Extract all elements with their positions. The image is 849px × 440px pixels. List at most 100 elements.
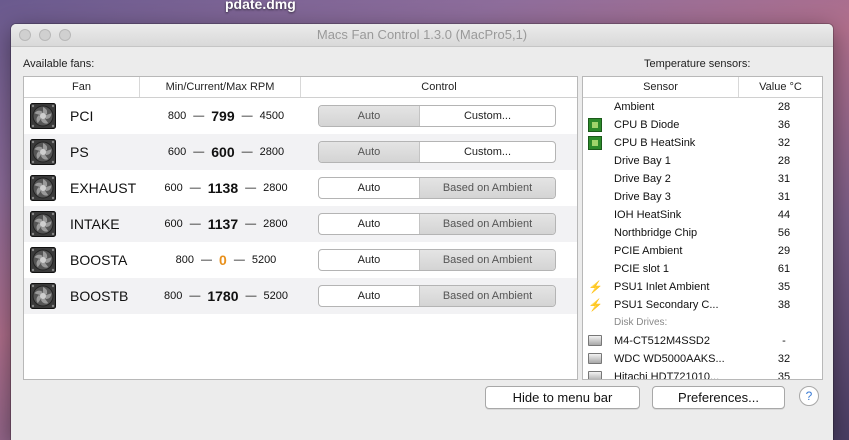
custom-control-button[interactable]: Custom...	[420, 142, 555, 162]
blank-icon	[588, 226, 602, 240]
sensor-name: WDC WD5000AAKS...	[614, 353, 725, 365]
blank-icon	[588, 190, 602, 204]
help-button[interactable]: ?	[799, 386, 819, 406]
sensor-row[interactable]: Drive Bay 3 31	[583, 188, 822, 206]
fan-control-segmented: Auto Based on Ambient	[318, 177, 556, 199]
fan-row[interactable]: BOOSTA 800 — 0 — 5200 Auto Based on Ambient	[24, 242, 577, 278]
sensor-row[interactable]: CPU B Diode 36	[583, 116, 822, 134]
sensor-row[interactable]: M4-CT512M4SSD2 -	[583, 332, 822, 350]
custom-control-button[interactable]: Based on Ambient	[420, 178, 555, 198]
sensor-value: 35	[777, 371, 791, 380]
sensor-name: Drive Bay 1	[614, 155, 671, 167]
blank-icon	[588, 100, 602, 114]
window-title: Macs Fan Control 1.3.0 (MacPro5,1)	[316, 27, 528, 42]
sensor-row[interactable]: CPU B HeatSink 32	[583, 134, 822, 152]
rpm-dash: —	[245, 182, 257, 194]
sensor-row[interactable]: Drive Bay 1 28	[583, 152, 822, 170]
fan-current-rpm: 1780	[207, 288, 239, 304]
fan-rpm: 600 — 1138 — 2800	[146, 180, 306, 196]
zoom-window-button[interactable]	[59, 29, 71, 41]
available-fans-label: Available fans:	[23, 58, 95, 70]
fan-icon	[30, 283, 56, 309]
sensor-row[interactable]: ⚡ PSU1 Secondary C... 38	[583, 296, 822, 314]
rpm-dash: —	[189, 218, 201, 230]
sensors-table-header: Sensor Value °C	[583, 77, 822, 98]
sensor-row[interactable]: PCIE slot 1 61	[583, 260, 822, 278]
preferences-button[interactable]: Preferences...	[652, 386, 785, 409]
fans-table: Fan Min/Current/Max RPM Control PCI 800 — 7…	[23, 76, 578, 380]
fan-row[interactable]: EXHAUST 600 — 1138 — 2800 Auto Based on Ambient	[24, 170, 577, 206]
rpm-column-header[interactable]: Min/Current/Max RPM	[140, 77, 301, 97]
minimize-window-button[interactable]	[39, 29, 51, 41]
title-bar: Macs Fan Control 1.3.0 (MacPro5,1)	[11, 24, 833, 47]
rpm-dash: —	[193, 110, 205, 122]
blank-icon	[588, 172, 602, 186]
fan-rpm: 600 — 600 — 2800	[146, 144, 306, 160]
sensor-value: 32	[777, 353, 791, 365]
rpm-dash: —	[189, 290, 201, 302]
bolt-icon: ⚡	[588, 280, 603, 294]
sensor-row[interactable]: Drive Bay 2 31	[583, 170, 822, 188]
hide-to-menu-bar-button[interactable]: Hide to menu bar	[485, 386, 640, 409]
auto-control-button[interactable]: Auto	[319, 214, 420, 234]
sensor-name: Drive Bay 2	[614, 173, 671, 185]
fan-max-rpm: 5200	[263, 290, 288, 302]
sensor-name: PSU1 Inlet Ambient	[614, 281, 710, 293]
custom-control-button[interactable]: Based on Ambient	[420, 286, 555, 306]
disk-drives-group-label: Disk Drives:	[614, 317, 668, 328]
sensor-column-header[interactable]: Sensor	[583, 77, 739, 97]
fan-min-rpm: 800	[164, 290, 183, 302]
sensor-value: 38	[777, 299, 791, 311]
auto-control-button[interactable]: Auto	[319, 286, 420, 306]
fan-icon	[30, 175, 56, 201]
sensor-name: PSU1 Secondary C...	[614, 299, 719, 311]
fan-column-header[interactable]: Fan	[24, 77, 140, 97]
fan-rpm: 800 — 0 — 5200	[146, 252, 306, 268]
sensor-value: 28	[777, 155, 791, 167]
sensor-row[interactable]: Ambient 28	[583, 98, 822, 116]
fan-icon	[30, 103, 56, 129]
fan-max-rpm: 5200	[251, 254, 277, 266]
fan-current-rpm: 1138	[207, 180, 239, 196]
value-column-header[interactable]: Value °C	[739, 77, 822, 97]
fan-max-rpm: 2800	[263, 218, 288, 230]
control-column-header[interactable]: Control	[301, 77, 577, 97]
fan-current-rpm: 799	[211, 108, 235, 124]
sensor-row[interactable]: IOH HeatSink 44	[583, 206, 822, 224]
auto-control-button[interactable]: Auto	[319, 250, 420, 270]
sensor-name: PCIE slot 1	[614, 263, 670, 275]
fan-max-rpm: 4500	[259, 110, 285, 122]
sensor-value: 56	[777, 227, 791, 239]
fan-name: INTAKE	[70, 216, 120, 232]
sensor-row[interactable]: Northbridge Chip 56	[583, 224, 822, 242]
sensor-row[interactable]: Hitachi HDT721010... 35	[583, 368, 822, 380]
fan-row[interactable]: BOOSTB 800 — 1780 — 5200 Auto Based on Ambient	[24, 278, 577, 314]
sensor-value: 44	[777, 209, 791, 221]
auto-control-button[interactable]: Auto	[319, 142, 420, 162]
sensor-value: 32	[777, 137, 791, 149]
sensor-value: 35	[777, 281, 791, 293]
fan-row[interactable]: INTAKE 600 — 1137 — 2800 Auto Based on Ambient	[24, 206, 577, 242]
sensor-name: CPU B Diode	[614, 119, 680, 131]
sensor-row[interactable]: PCIE Ambient 29	[583, 242, 822, 260]
bolt-icon: ⚡	[588, 298, 603, 312]
custom-control-button[interactable]: Based on Ambient	[420, 214, 555, 234]
custom-control-button[interactable]: Custom...	[420, 106, 555, 126]
fan-current-rpm: 1137	[207, 216, 239, 232]
fan-row[interactable]: PCI 800 — 799 — 4500 Auto Custom...	[24, 98, 577, 134]
close-window-button[interactable]	[19, 29, 31, 41]
chip-icon	[588, 136, 602, 150]
blank-icon	[588, 244, 602, 258]
custom-control-button[interactable]: Based on Ambient	[420, 250, 555, 270]
auto-control-button[interactable]: Auto	[319, 178, 420, 198]
auto-control-button[interactable]: Auto	[319, 106, 420, 126]
temperature-sensors-label: Temperature sensors:	[644, 58, 751, 70]
fan-name: BOOSTB	[70, 288, 129, 304]
blank-icon	[588, 154, 602, 168]
fan-row[interactable]: PS 600 — 600 — 2800 Auto Custom...	[24, 134, 577, 170]
rpm-dash: —	[241, 146, 253, 158]
sensor-row[interactable]: ⚡ PSU1 Inlet Ambient 35	[583, 278, 822, 296]
fan-rpm: 800 — 799 — 4500	[146, 108, 306, 124]
sensor-value: 28	[777, 101, 791, 113]
sensor-row[interactable]: WDC WD5000AAKS... 32	[583, 350, 822, 368]
